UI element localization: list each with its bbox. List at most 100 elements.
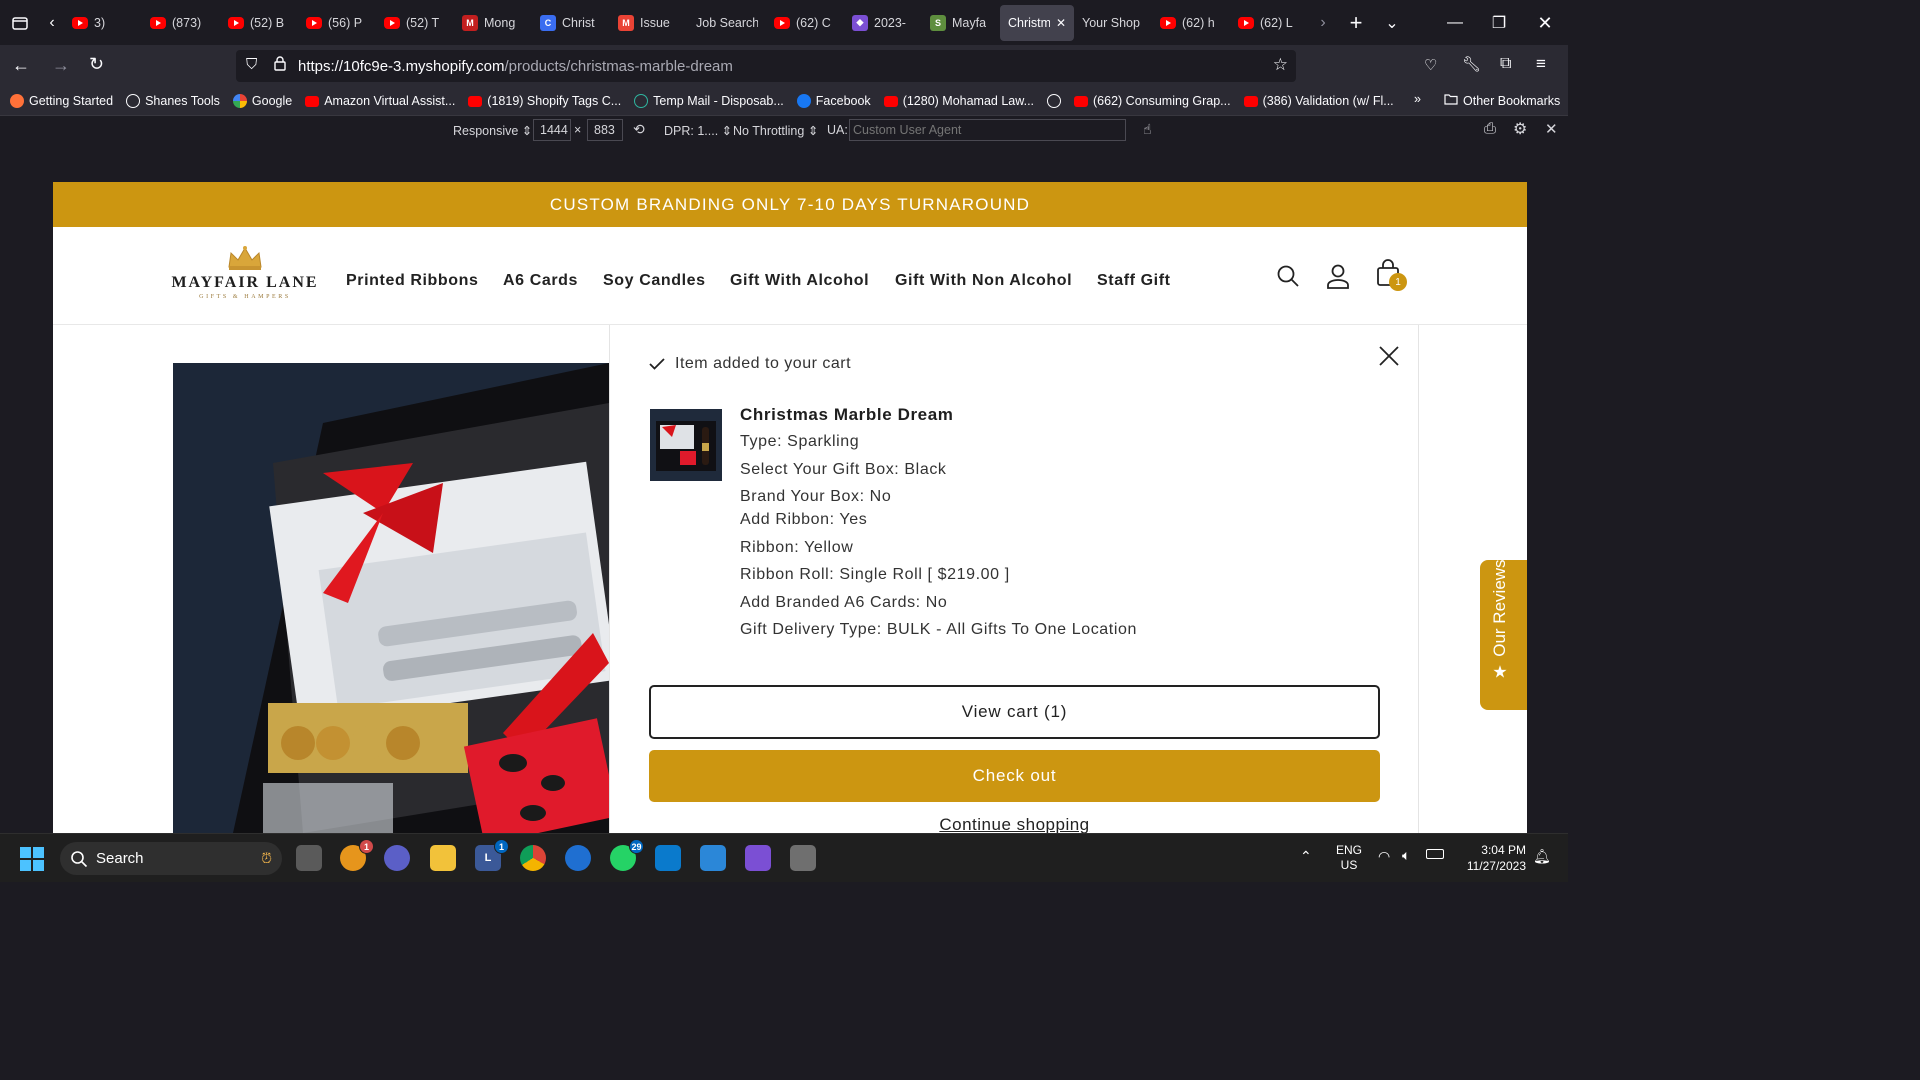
browser-tab[interactable]: (62) L — [1230, 5, 1308, 41]
calculator-icon[interactable] — [790, 845, 816, 871]
settings-icon[interactable]: ⚙ — [1513, 119, 1527, 139]
browser-tab[interactable]: (62) C — [766, 5, 844, 41]
nav-a6-cards[interactable]: A6 Cards — [503, 272, 578, 290]
task-view-icon[interactable] — [296, 845, 322, 871]
height-input[interactable]: 883 — [587, 119, 623, 141]
start-icon[interactable] — [20, 847, 44, 876]
browser-tab[interactable]: (62) h — [1152, 5, 1230, 41]
list-all-tabs-icon[interactable]: ⌄ — [1374, 5, 1410, 41]
browser-tab[interactable]: 3) — [64, 5, 142, 41]
continue-shopping-link[interactable]: Continue shopping — [649, 815, 1380, 833]
url-bar[interactable]: ⛉ https://10fc9e-3.myshopify.com/product… — [236, 50, 1296, 82]
bookmark-item[interactable]: (386) Validation (w/ Fl... — [1243, 94, 1394, 108]
file-explorer-icon[interactable] — [430, 845, 456, 871]
extensions-icon[interactable]: ⧉ — [1500, 55, 1511, 73]
pocket-icon[interactable]: ♡ — [1424, 56, 1437, 74]
bookmark-item[interactable]: (662) Consuming Grap... — [1074, 94, 1231, 108]
battery-icon[interactable] — [1426, 849, 1444, 859]
tracking-shield-icon[interactable]: ⛉ — [246, 56, 257, 73]
account-icon[interactable] — [1326, 263, 1350, 294]
chrome-icon[interactable] — [520, 845, 546, 871]
checkout-button[interactable]: Check out — [649, 750, 1380, 802]
language-indicator[interactable]: ENG US — [1336, 843, 1362, 873]
tab-label: (62) h — [1182, 15, 1215, 30]
user-agent-input[interactable] — [849, 119, 1126, 141]
wifi-icon[interactable]: ◠ — [1378, 848, 1390, 865]
width-input[interactable]: 1444 — [533, 119, 571, 141]
bookmark-item[interactable] — [1047, 94, 1062, 108]
clock[interactable]: 3:04 PM 11/27/2023 — [1456, 842, 1526, 874]
touch-simulation-icon[interactable]: ☝︎ — [1143, 121, 1152, 138]
notepad-icon[interactable] — [700, 845, 726, 871]
bookmark-item[interactable]: (1819) Shopify Tags C... — [468, 94, 621, 108]
back-icon[interactable]: ← — [12, 55, 30, 76]
browser-tab[interactable]: (873) — [142, 5, 220, 41]
nav-gift-with-alcohol[interactable]: Gift With Alcohol — [730, 272, 869, 290]
browser-tab[interactable]: (56) P — [298, 5, 376, 41]
browser-tab[interactable]: C Christ — [532, 5, 610, 41]
whatsapp-icon[interactable]: 29 — [610, 839, 644, 871]
ua-label: UA: — [827, 123, 848, 137]
vscode-icon[interactable] — [655, 845, 681, 871]
bookmarks-list: Getting Started Shanes Tools Google Amazon … — [10, 94, 1407, 108]
restore-icon[interactable]: ❐ — [1484, 8, 1514, 38]
bookmark-item[interactable]: (1280) Mohamad Law... — [883, 94, 1034, 108]
meet-icon[interactable] — [384, 845, 410, 871]
product-image[interactable] — [173, 363, 609, 833]
tab-list-icon[interactable] — [0, 5, 40, 41]
search-icon[interactable] — [1276, 264, 1300, 293]
browser-tab[interactable]: ◆ 2023- — [844, 5, 922, 41]
bookmark-item[interactable]: Shanes Tools — [126, 94, 220, 108]
forward-icon[interactable]: → — [52, 55, 70, 76]
browser-tab[interactable]: S Mayfa — [922, 5, 1000, 41]
browser-tab[interactable]: M Mong — [454, 5, 532, 41]
bookmarks-overflow-icon[interactable]: » — [1414, 92, 1421, 106]
firefox-icon[interactable] — [565, 845, 591, 871]
bookmark-item[interactable]: Getting Started — [10, 94, 113, 108]
scroll-tabs-right-icon[interactable]: › — [1308, 5, 1338, 41]
reload-icon[interactable]: ↻ — [89, 54, 104, 75]
nav-gift-with-non-alcohol[interactable]: Gift With Non Alcohol — [895, 272, 1072, 290]
store-logo[interactable]: MAYFAIR LANE GIFTS & HAMPERS — [171, 245, 319, 305]
throttling-selector[interactable]: No Throttling ⇕ — [733, 123, 818, 138]
new-tab-icon[interactable]: + — [1338, 5, 1374, 41]
visual-studio-icon[interactable] — [745, 845, 771, 871]
devtools-wrench-icon[interactable]: 🔧︎ — [1462, 55, 1481, 73]
nav-staff-gift[interactable]: Staff Gift — [1097, 272, 1171, 290]
device-selector[interactable]: Responsive ⇕ — [453, 123, 532, 138]
close-icon[interactable] — [1378, 345, 1400, 372]
close-window-icon[interactable]: ✕ — [1530, 8, 1560, 38]
notifications-icon[interactable]: 🔔︎ — [1533, 848, 1551, 865]
rotate-icon[interactable]: ⟲ — [633, 121, 645, 138]
browser-tab[interactable]: (52) B — [220, 5, 298, 41]
teams-icon[interactable]: L 1 — [475, 839, 509, 871]
browser-tab[interactable]: Job Search — [688, 5, 766, 41]
cart-icon[interactable]: 1 — [1375, 259, 1407, 292]
screenshot-icon[interactable]: ⎙ — [1484, 120, 1496, 137]
lock-icon[interactable] — [274, 56, 286, 76]
close-tab-icon[interactable]: ✕ — [1056, 16, 1066, 30]
menu-icon[interactable]: ≡ — [1536, 54, 1546, 74]
close-rdm-icon[interactable]: ✕ — [1545, 120, 1558, 138]
browser-tab[interactable]: (52) T — [376, 5, 454, 41]
browser-tab[interactable]: M Issue — [610, 5, 688, 41]
bookmark-item[interactable]: Temp Mail - Disposab... — [634, 94, 784, 108]
volume-icon[interactable]: 🔈︎ — [1402, 847, 1410, 864]
other-bookmarks[interactable]: Other Bookmarks — [1444, 93, 1560, 108]
burger-app-icon[interactable]: 1 — [340, 839, 374, 871]
bookmark-item[interactable]: Facebook — [796, 94, 871, 108]
bookmark-item[interactable]: Google — [232, 94, 292, 108]
view-cart-button[interactable]: View cart (1) — [649, 685, 1380, 739]
nav-soy-candles[interactable]: Soy Candles — [603, 272, 706, 290]
scroll-tabs-left-icon[interactable]: ‹ — [40, 5, 64, 41]
dpr-selector[interactable]: DPR: 1.... ⇕ — [664, 123, 732, 138]
minimize-icon[interactable]: — — [1440, 8, 1470, 38]
show-hidden-icons[interactable]: ⌃ — [1300, 848, 1312, 865]
bookmark-star-icon[interactable]: ☆ — [1273, 55, 1288, 75]
browser-tab[interactable]: Christm ✕ — [1000, 4, 1074, 41]
taskbar-search[interactable]: Search ⏰︎ — [60, 842, 282, 875]
nav-printed-ribbons[interactable]: Printed Ribbons — [346, 272, 479, 290]
bookmark-item[interactable]: Amazon Virtual Assist... — [305, 94, 455, 108]
reviews-tab[interactable]: ★ Our Reviews — [1480, 559, 1527, 710]
browser-tab[interactable]: Your Shop — [1074, 5, 1152, 41]
